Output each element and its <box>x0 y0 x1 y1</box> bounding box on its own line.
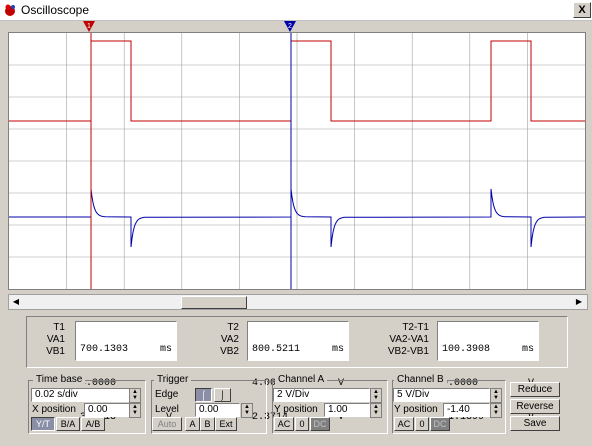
channel-a-ypos-spinner[interactable]: ▲ ▼ <box>370 403 382 418</box>
vb2-label: VB2 <box>220 346 239 357</box>
readout-col3-values: 100.3908ms 0.0000V -1.1399V <box>437 321 539 423</box>
trigger-b-button[interactable]: B <box>200 417 215 431</box>
timebase-title: Time base <box>33 374 86 385</box>
channel-b-ypos-spinner[interactable]: ▲ ▼ <box>490 403 502 418</box>
rising-edge-icon[interactable]: ⌠ <box>195 388 212 402</box>
readout-col3-labels: T2-T1 VA2-VA1 VB2-VB1 <box>375 322 429 358</box>
trigger-level-spinner[interactable]: ▲ ▼ <box>241 403 253 418</box>
trigger-title: Trigger <box>154 374 192 385</box>
grid <box>9 33 585 289</box>
channel-a-dc-button[interactable]: DC <box>310 417 330 431</box>
timebase-xpos-field[interactable]: 0.00 <box>84 403 130 417</box>
trigger-a-button[interactable]: A <box>185 417 200 431</box>
channel-b-scale-spinner[interactable]: ▲ ▼ <box>490 388 502 403</box>
readout-col2-labels: T2 VA2 VB2 <box>203 322 239 358</box>
channel-a-title: Channel A <box>275 374 328 385</box>
trigger-ext-button[interactable]: Ext <box>215 417 237 431</box>
t-diff-label: T2-T1 <box>402 322 429 333</box>
cursor-2-handle[interactable]: 2 <box>283 20 297 34</box>
readout-col1-values: 700.1303ms 4.0000V 3.5113V <box>75 321 177 423</box>
title-bar: Oscilloscope X <box>0 0 592 21</box>
oscilloscope-icon <box>5 4 15 16</box>
reverse-button[interactable]: Reverse <box>510 399 560 414</box>
channel-b-ypos-field[interactable]: -1.40 <box>443 403 490 417</box>
timebase-xpos-spinner[interactable]: ▲ ▼ <box>129 403 141 418</box>
va1-label: VA1 <box>46 334 65 345</box>
trigger-edge-label: Edge <box>155 389 179 400</box>
channel-a-ypos-label: Y position <box>274 404 318 415</box>
mode-yt-button[interactable]: Y/T <box>31 417 55 431</box>
waveform-display <box>9 33 585 289</box>
channel-a-zero-button[interactable]: 0 <box>295 417 309 431</box>
t1-label: T1 <box>53 322 65 333</box>
cursor-2-label: 2 <box>288 23 292 30</box>
channel-b-scale-field[interactable]: 5 V/Div <box>393 388 490 402</box>
readout-panel: T1 VA1 VB1 700.1303ms 4.0000V 3.5113V T2… <box>26 316 568 423</box>
readout-col1-labels: T1 VA1 VB1 <box>31 322 65 358</box>
channel-b-ac-button[interactable]: AC <box>394 417 414 431</box>
va-diff-label: VA2-VA1 <box>389 334 429 345</box>
t-diff-unit: ms <box>521 344 534 355</box>
close-button[interactable]: X <box>573 2 591 18</box>
reduce-button[interactable]: Reduce <box>510 382 560 397</box>
horizontal-scrollbar[interactable]: ◀ ▶ <box>8 294 588 310</box>
channel-b-dc-button[interactable]: DC <box>430 417 450 431</box>
timebase-scale-spinner[interactable]: ▲ ▼ <box>129 388 141 403</box>
trigger-auto-button[interactable]: Auto <box>152 417 182 431</box>
trigger-level-field[interactable]: 0.00 <box>195 403 240 417</box>
channel-b-ypos-label: Y position <box>394 404 438 415</box>
cursor-1-handle[interactable]: 1 <box>82 20 96 34</box>
channel-a-scale-spinner[interactable]: ▲ ▼ <box>370 388 382 403</box>
readout-col2-values: 800.5211 ms 4.0000 V 2.3714 V <box>247 321 349 423</box>
vb1-label: VB1 <box>46 346 65 357</box>
timebase-scale-field[interactable]: 0.02 s/div <box>31 388 130 402</box>
channel-b-zero-button[interactable]: 0 <box>415 417 429 431</box>
t2-label: T2 <box>227 322 239 333</box>
scroll-left-arrow-icon[interactable]: ◀ <box>9 295 23 309</box>
trigger-level-label: Level <box>155 404 179 415</box>
t1-value: 700.1303 <box>80 344 129 355</box>
vb-diff-label: VB2-VB1 <box>387 346 429 357</box>
scroll-right-arrow-icon[interactable]: ▶ <box>572 295 586 309</box>
falling-edge-icon[interactable]: ⌡ <box>214 388 231 402</box>
mode-ab-button[interactable]: A/B <box>81 417 105 431</box>
timebase-xpos-label: X position <box>32 404 76 415</box>
cursor-1-label: 1 <box>87 23 91 30</box>
t2-unit: ms <box>331 344 344 355</box>
t2-value: 800.5211 <box>252 344 301 355</box>
channel-a-scale-field[interactable]: 2 V/Div <box>273 388 370 402</box>
t-diff-value: 100.3908 <box>442 344 491 355</box>
scroll-thumb[interactable] <box>181 296 247 309</box>
window-title: Oscilloscope <box>21 3 90 17</box>
save-button[interactable]: Save <box>510 416 560 431</box>
va2-label: VA2 <box>220 334 239 345</box>
channel-a-ypos-field[interactable]: 1.00 <box>324 403 370 417</box>
channel-b-title: Channel B <box>394 374 447 385</box>
mode-ba-button[interactable]: B/A <box>56 417 80 431</box>
scope-screen <box>8 32 586 290</box>
t1-unit: ms <box>159 344 172 355</box>
channel-a-ac-button[interactable]: AC <box>274 417 294 431</box>
